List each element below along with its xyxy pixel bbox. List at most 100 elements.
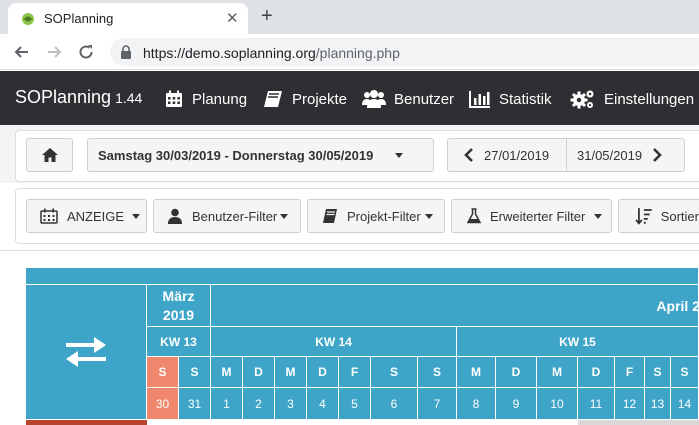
month-header-maerz: März 2019 xyxy=(147,285,211,327)
first-user-row-label[interactable] xyxy=(26,420,147,425)
day-letter-cell: M xyxy=(275,357,307,388)
week-14-label: KW 14 xyxy=(315,334,352,349)
nav-projekte-label: Projekte xyxy=(292,90,348,108)
day-letter-cell: S xyxy=(645,357,671,388)
anzeige-dropdown[interactable]: ANZEIGE xyxy=(26,199,147,233)
sort-amount-icon xyxy=(635,208,652,225)
url-path: /planning.php xyxy=(315,45,400,61)
chevron-left-icon xyxy=(464,148,473,162)
url-field[interactable]: https://demo.soplanning.org/planning.php xyxy=(110,38,699,66)
forward-arrow-icon[interactable] xyxy=(44,42,64,62)
day-number-cell[interactable]: 10 xyxy=(537,388,578,420)
day-letter-cell: F xyxy=(615,357,645,388)
nav-statistik-label: Statistik xyxy=(499,90,552,108)
user-filter-dropdown[interactable]: Benutzer-Filter xyxy=(153,199,301,233)
home-icon xyxy=(41,148,58,162)
advanced-filter-label: Erweiterter Filter xyxy=(490,208,586,224)
day-number-cell[interactable]: 12 xyxy=(615,388,645,420)
back-arrow-icon[interactable] xyxy=(12,42,32,62)
planning-grid: März 2019 April 2 KW 13 KW 14 KW 15 S 30 S… xyxy=(0,250,699,425)
day-number-cell[interactable]: 13 xyxy=(645,388,671,420)
day-number-cell[interactable]: 3 xyxy=(275,388,307,420)
home-button[interactable] xyxy=(26,138,73,172)
anzeige-label: ANZEIGE xyxy=(67,208,125,224)
previous-period-button[interactable]: 27/01/2019 xyxy=(447,138,567,172)
week-15-label: KW 15 xyxy=(559,334,596,349)
nav-planung-label: Planung xyxy=(192,90,248,108)
chevron-down-icon xyxy=(132,213,141,219)
sort-dropdown[interactable]: Sortier xyxy=(618,199,699,233)
day-number-cell[interactable]: 31 xyxy=(179,388,211,420)
nav-benutzer-label: Benutzer xyxy=(394,90,455,108)
day-number-cell[interactable]: 1 xyxy=(211,388,243,420)
calendar-icon xyxy=(40,208,58,224)
brand-version: 1.44 xyxy=(115,90,143,106)
day-letter-cell: M xyxy=(211,357,243,388)
day-letter-cell: M xyxy=(457,357,496,388)
day-letter-cell: D xyxy=(578,357,615,388)
swap-view-button[interactable] xyxy=(26,285,147,420)
nav-benutzer[interactable]: Benutzer xyxy=(362,88,454,110)
day-letter-cell: D xyxy=(307,357,339,388)
day-number-cell[interactable]: 6 xyxy=(371,388,418,420)
browser-window: SOPlanning ✕ + https://demo.soplanning.o… xyxy=(0,0,699,425)
user-filter-label: Benutzer-Filter xyxy=(192,208,278,224)
chevron-down-icon xyxy=(594,213,603,219)
nav-statistik[interactable]: Statistik xyxy=(469,88,552,110)
chevron-down-icon xyxy=(395,152,404,158)
next-date-label: 31/05/2019 xyxy=(577,147,643,163)
day-letter-cell: F xyxy=(339,357,371,388)
day-letter-cell: D xyxy=(243,357,275,388)
nav-einstellungen[interactable]: Einstellungen xyxy=(570,88,694,110)
day-number-cell[interactable]: 2 xyxy=(243,388,275,420)
bar-chart-icon xyxy=(469,91,490,108)
sort-label: Sortier xyxy=(660,208,699,224)
day-number-cell[interactable]: 5 xyxy=(339,388,371,420)
exchange-arrows-icon xyxy=(66,337,106,367)
new-tab-icon[interactable]: + xyxy=(261,5,273,28)
day-number-cell[interactable]: 9 xyxy=(496,388,537,420)
project-filter-dropdown[interactable]: Projekt-Filter xyxy=(307,199,445,233)
nav-einstellungen-label: Einstellungen xyxy=(604,90,695,108)
week-15-header: KW 15 xyxy=(457,327,699,357)
day-letter-cell: S xyxy=(179,357,211,388)
day-number-cell[interactable]: 11 xyxy=(578,388,615,420)
project-filter-label: Projekt-Filter xyxy=(347,208,421,224)
month-april-label: April 2 xyxy=(656,297,699,314)
week-13-label: KW 13 xyxy=(160,334,197,349)
day-number-cell[interactable]: 8 xyxy=(457,388,496,420)
book-icon xyxy=(323,209,337,223)
browser-tab-strip: SOPlanning ✕ + xyxy=(0,0,699,34)
day-number-cell[interactable]: 30 xyxy=(147,388,179,420)
day-letter-cell: M xyxy=(537,357,578,388)
day-number-cell[interactable]: 4 xyxy=(307,388,339,420)
chevron-down-icon xyxy=(424,213,433,219)
user-icon xyxy=(168,208,182,224)
week-14-header: KW 14 xyxy=(211,327,457,357)
nav-projekte[interactable]: Projekte xyxy=(262,88,347,110)
day-number-cell[interactable]: 14 xyxy=(671,388,699,420)
soplanning-favicon-icon xyxy=(22,13,34,25)
close-tab-icon[interactable]: ✕ xyxy=(226,9,239,27)
day-number-cell[interactable]: 7 xyxy=(418,388,457,420)
previous-date-label: 27/01/2019 xyxy=(484,147,550,163)
tab-title: SOPlanning xyxy=(44,11,114,26)
advanced-filter-dropdown[interactable]: Erweiterter Filter xyxy=(451,199,612,233)
day-letter-cell: S xyxy=(147,357,179,388)
browser-tab[interactable]: SOPlanning ✕ xyxy=(8,3,248,34)
day-letter-cell: S xyxy=(371,357,418,388)
nav-planung[interactable]: Planung xyxy=(164,88,247,110)
week-13-header: KW 13 xyxy=(147,327,211,357)
reload-icon[interactable] xyxy=(76,42,96,62)
month-header-april: April 2 xyxy=(211,285,699,327)
users-icon xyxy=(362,90,386,108)
calendar-icon xyxy=(166,90,182,107)
address-bar: https://demo.soplanning.org/planning.php xyxy=(0,34,699,70)
next-period-button[interactable]: 31/05/2019 xyxy=(566,138,685,172)
date-range-label: Samstag 30/03/2019 - Donnerstag 30/05/20… xyxy=(98,147,374,163)
date-range-dropdown[interactable]: Samstag 30/03/2019 - Donnerstag 30/05/20… xyxy=(87,138,434,172)
brand[interactable]: SOPlanning 1.44 xyxy=(15,87,142,108)
day-letter-cell: S xyxy=(671,357,699,388)
brand-name: SOPlanning xyxy=(15,87,112,107)
lock-icon xyxy=(121,45,131,59)
